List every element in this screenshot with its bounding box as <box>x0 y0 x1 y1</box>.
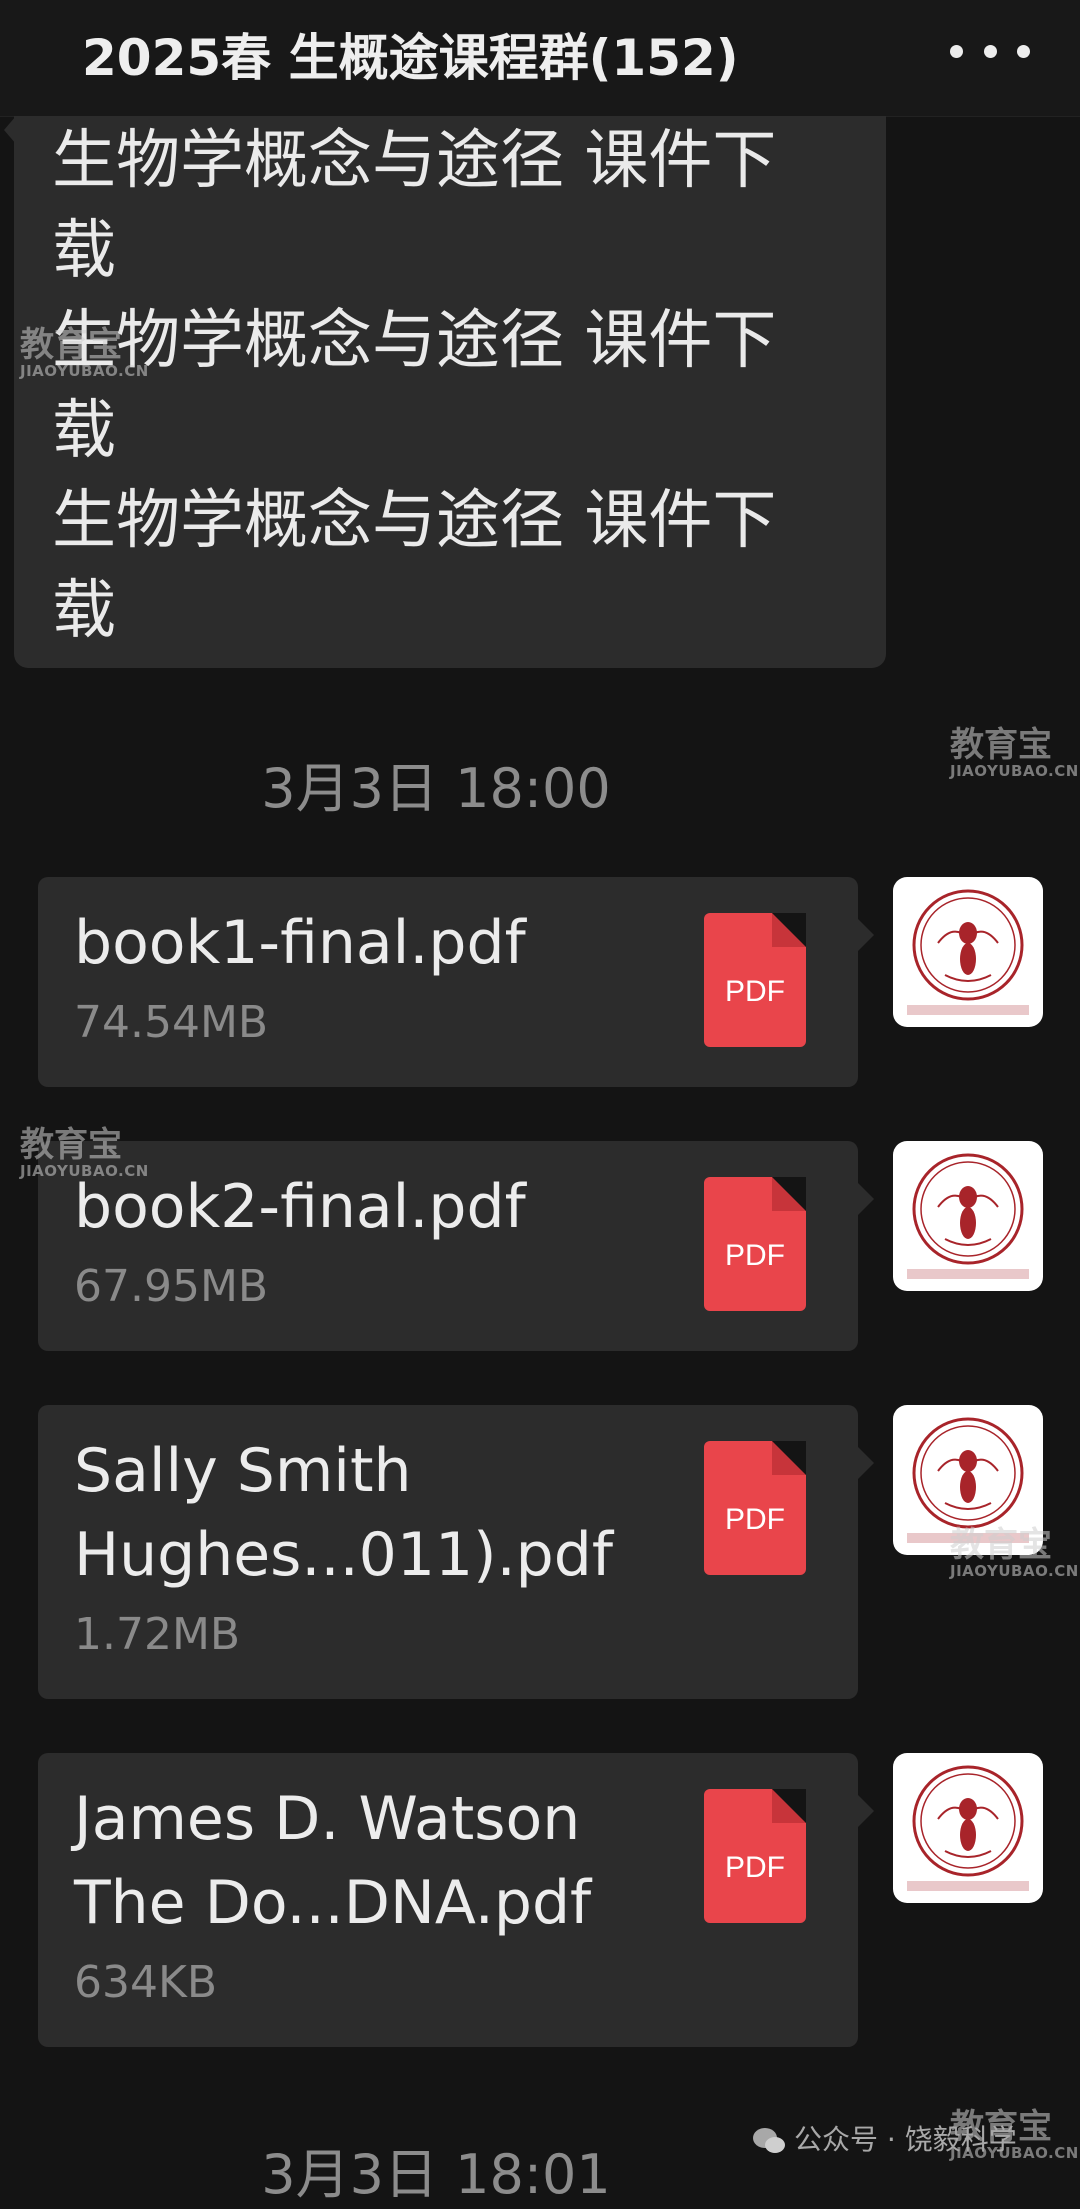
file-message-book1[interactable]: book1-final.pdf 74.54MB PDF <box>38 877 874 1087</box>
chat-header: 2025春 生概途课程群(152) <box>0 0 1080 117</box>
neurochemical-biology-logo-icon <box>907 1765 1029 1891</box>
neurochemical-biology-logo-icon <box>907 889 1029 1015</box>
pdf-file-icon: PDF <box>704 1177 806 1311</box>
pdf-file-icon: PDF <box>704 913 806 1047</box>
file-size: 634KB <box>74 1957 218 2008</box>
timestamp: 3月3日 18:01 <box>261 2143 611 2206</box>
file-message-hughes[interactable]: Sally Smith Hughes...011).pdf 1.72MB PDF <box>38 1405 874 1699</box>
bubble-tail <box>858 1183 874 1215</box>
sender-avatar[interactable] <box>893 877 1043 1027</box>
watermark: 教育宝 JIAOYUBAO.CN <box>950 725 1079 780</box>
bubble-tail <box>4 116 16 144</box>
chat-title: 2025春 生概途课程群(152) <box>82 29 739 87</box>
watermark: 教育宝 JIAOYUBAO.CN <box>20 325 149 380</box>
file-name: book1-final.pdf <box>74 908 526 978</box>
file-size: 67.95MB <box>74 1261 269 1312</box>
message-line: 载 <box>52 574 116 648</box>
file-message-watson[interactable]: James D. Watson The Do...DNA.pdf 634KB P… <box>38 1753 874 2047</box>
message-line: 生物学概念与途径 课件下 <box>52 484 777 558</box>
text-message-bubble[interactable]: 生物学概念与途径 课件下 载 生物学概念与途径 课件下 载 生物学概念与途径 课… <box>4 116 886 668</box>
message-line: 载 <box>52 394 116 468</box>
bubble-tail <box>858 1447 874 1479</box>
file-name: Sally Smith Hughes...011).pdf <box>74 1436 613 1590</box>
neurochemical-biology-logo-icon <box>907 1153 1029 1279</box>
public-account-mark: 公众号 · 饶毅科学 <box>752 2118 1017 2158</box>
more-dots-icon[interactable] <box>950 26 1030 76</box>
message-line: 载 <box>52 214 116 288</box>
file-size: 1.72MB <box>74 1609 241 1660</box>
pdf-file-icon: PDF <box>704 1789 806 1923</box>
file-name: James D. Watson The Do...DNA.pdf <box>74 1784 592 1938</box>
watermark: 教育宝 JIAOYUBAO.CN <box>950 1525 1079 1580</box>
sender-avatar[interactable] <box>893 1753 1043 1903</box>
watermark: 教育宝 JIAOYUBAO.CN <box>20 1125 149 1180</box>
timestamp: 3月3日 18:00 <box>261 757 611 820</box>
pdf-file-icon: PDF <box>704 1441 806 1575</box>
file-message-book2[interactable]: book2-final.pdf 67.95MB PDF <box>38 1141 874 1351</box>
bubble-tail <box>858 919 874 951</box>
file-name: book2-final.pdf <box>74 1172 526 1242</box>
sender-avatar[interactable] <box>893 1141 1043 1291</box>
message-line: 生物学概念与途径 课件下 <box>52 304 777 378</box>
wechat-icon <box>753 2128 785 2153</box>
public-account-text: 公众号 · 饶毅科学 <box>794 2123 1017 2156</box>
file-size: 74.54MB <box>74 997 269 1048</box>
bubble-tail <box>858 1795 874 1827</box>
message-line: 生物学概念与途径 课件下 <box>52 124 777 198</box>
